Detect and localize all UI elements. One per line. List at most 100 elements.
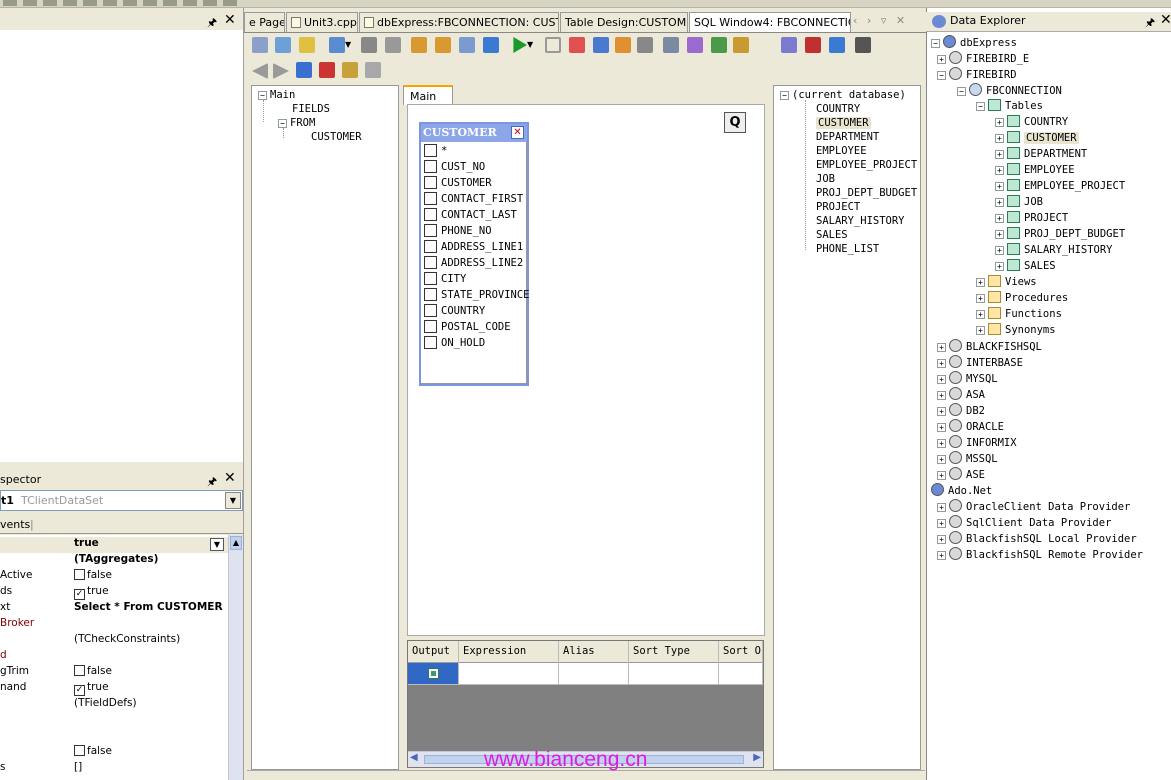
table-field[interactable]: ON_HOLD (424, 336, 485, 352)
table-field[interactable]: PHONE_NO (424, 224, 492, 240)
property-row[interactable] (0, 729, 228, 745)
checkbox[interactable] (74, 665, 85, 676)
field-checkbox[interactable] (424, 272, 437, 285)
tab-events[interactable]: vents (0, 518, 30, 531)
results-icon[interactable] (805, 37, 821, 53)
expand-icon[interactable]: + (937, 423, 946, 432)
explorer-node[interactable]: − Tables (976, 99, 1043, 113)
property-value[interactable]: ✓ true (74, 585, 109, 600)
explorer-node[interactable]: + COUNTRY (995, 115, 1068, 129)
binary-icon[interactable] (855, 37, 871, 53)
toolbar-icon[interactable] (123, 0, 137, 6)
collapse-icon[interactable]: − (258, 91, 267, 100)
toolbar-icon[interactable] (163, 0, 177, 6)
expand-icon[interactable]: + (937, 407, 946, 416)
explorer-node[interactable]: + Procedures (976, 291, 1068, 305)
expand-icon[interactable]: + (937, 55, 946, 64)
explorer-node[interactable]: + CUSTOMER (995, 131, 1079, 145)
explorer-node[interactable]: + SALARY_HISTORY (995, 243, 1113, 257)
property-row[interactable]: false (0, 745, 228, 761)
explorer-node[interactable]: + FIREBIRD_E (937, 51, 1029, 66)
expand-icon[interactable]: + (976, 278, 985, 287)
close-icon[interactable]: ✕ (511, 126, 524, 139)
explorer-node[interactable]: + Views (976, 275, 1037, 289)
explorer-node[interactable]: − FBCONNECTION (957, 83, 1062, 98)
open-folder-icon[interactable] (411, 37, 427, 53)
chevron-down-icon[interactable]: ▿ (881, 14, 887, 27)
table-field[interactable]: CUST_NO (424, 160, 485, 176)
tree-node-table[interactable]: SALARY_HISTORY (816, 214, 905, 228)
back-arrow-icon[interactable] (252, 63, 268, 79)
explorer-node[interactable]: + INTERBASE (937, 355, 1023, 370)
property-value[interactable]: [] (74, 761, 82, 773)
close-pane-icon[interactable]: ✕ (224, 12, 236, 28)
toolbar-icon[interactable] (183, 0, 197, 6)
pin-icon[interactable]: 🖈 (1145, 14, 1155, 33)
expand-icon[interactable]: + (976, 294, 985, 303)
expand-icon[interactable]: + (995, 166, 1004, 175)
explorer-node[interactable]: + BlackfishSQL Remote Provider (937, 547, 1143, 562)
field-checkbox[interactable] (424, 288, 437, 301)
grid-cell-expression[interactable] (459, 663, 559, 685)
explorer-node[interactable]: + ASA (937, 387, 985, 402)
explorer-node[interactable]: + DB2 (937, 403, 985, 418)
expand-icon[interactable]: + (995, 246, 1004, 255)
toolbar-icon[interactable] (83, 0, 97, 6)
expand-icon[interactable]: + (937, 343, 946, 352)
tree-node-table[interactable]: PHONE_LIST (816, 242, 879, 256)
expand-icon[interactable]: + (937, 519, 946, 528)
tree-node-table[interactable]: JOB (816, 172, 835, 186)
field-checkbox[interactable] (424, 304, 437, 317)
property-row[interactable]: Active false (0, 569, 228, 585)
grid-column-header[interactable]: Alias (559, 641, 629, 663)
tree-node-fields[interactable]: FIELDS (292, 102, 330, 116)
expand-icon[interactable]: + (995, 214, 1004, 223)
explorer-node[interactable]: + JOB (995, 195, 1043, 209)
output-checkbox[interactable] (428, 668, 439, 679)
property-value[interactable]: (TAggregates) (74, 553, 158, 565)
scroll-right-icon[interactable]: ▶ (753, 752, 761, 763)
tree-node-customer[interactable]: CUSTOMER (311, 130, 362, 144)
explorer-node[interactable]: − FIREBIRD (937, 67, 1017, 82)
explorer-node[interactable]: + Synonyms (976, 323, 1056, 337)
expand-icon[interactable]: + (995, 134, 1004, 143)
explorer-node[interactable]: + BLACKFISHSQL (937, 339, 1042, 354)
plan-icon[interactable] (781, 37, 797, 53)
explorer-node[interactable]: + BlackfishSQL Local Provider (937, 531, 1137, 546)
expand-icon[interactable]: + (995, 118, 1004, 127)
sql-clear-icon[interactable] (319, 62, 335, 78)
toolbar-icon[interactable] (43, 0, 57, 6)
chevron-down-icon[interactable]: ▼ (345, 40, 351, 49)
explorer-node[interactable]: + ASE (937, 467, 985, 482)
property-row[interactable]: s [] (0, 761, 228, 777)
tree-node-current-db[interactable]: − (current database) (780, 88, 906, 102)
property-row[interactable]: xt Select * From CUSTOMER (0, 601, 228, 617)
property-value[interactable]: (TFieldDefs) (74, 697, 137, 709)
open-icon[interactable] (275, 37, 291, 53)
expand-icon[interactable]: + (995, 198, 1004, 207)
collapse-icon[interactable]: − (957, 87, 966, 96)
print-icon[interactable] (385, 37, 401, 53)
property-value[interactable]: false (74, 569, 112, 581)
tab-document[interactable]: Table Design:CUSTOMER (560, 12, 688, 32)
property-value[interactable]: false (74, 745, 112, 757)
checkbox[interactable]: ✓ (74, 589, 85, 600)
property-value[interactable]: false (74, 665, 112, 677)
field-checkbox[interactable] (424, 320, 437, 333)
expand-icon[interactable]: + (937, 471, 946, 480)
close-tab-icon[interactable]: ✕ (896, 14, 905, 27)
checkbox[interactable]: ✓ (74, 685, 85, 696)
stop-icon[interactable] (365, 62, 381, 78)
table-field[interactable]: POSTAL_CODE (424, 320, 511, 336)
grid-cell-output[interactable] (408, 663, 459, 685)
grid-column-header[interactable]: Sort Type (629, 641, 719, 663)
expand-icon[interactable]: + (976, 326, 985, 335)
property-value[interactable]: (TCheckConstraints) (74, 633, 180, 645)
tab-document[interactable]: e Page (244, 12, 285, 32)
checkbox[interactable] (74, 745, 85, 756)
grid-cell-sort-order[interactable] (719, 663, 763, 685)
field-checkbox[interactable] (424, 176, 437, 189)
copy-icon[interactable] (361, 37, 377, 53)
table-field[interactable]: CUSTOMER (424, 176, 492, 192)
query-button[interactable]: Q (724, 112, 746, 133)
